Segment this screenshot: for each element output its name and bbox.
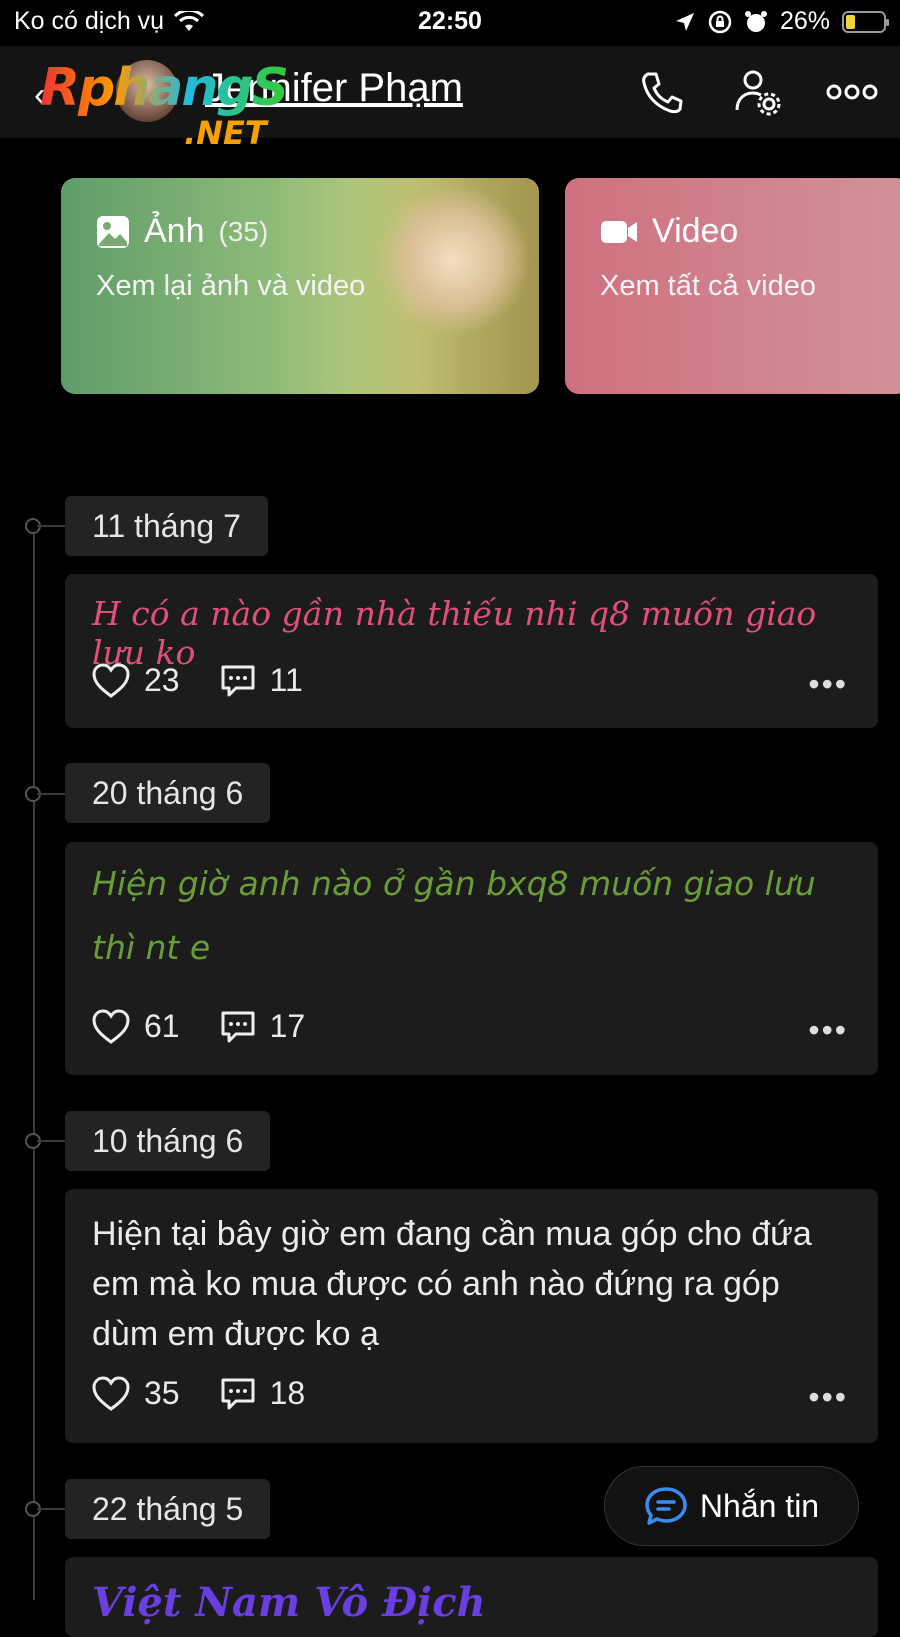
message-button-label: Nhắn tin [699,1487,820,1524]
post-actions: 35 18 [92,1375,345,1412]
date-pill: 10 tháng 6 [65,1111,271,1171]
battery-icon [842,10,889,33]
photos-count: (35) [218,215,269,247]
comment-button[interactable]: 18 [220,1375,306,1412]
comment-count: 18 [269,1375,306,1411]
like-count: 23 [144,662,180,698]
post-more-icon[interactable]: ••• [808,666,848,703]
watermark-s: S [251,58,288,118]
like-count: 35 [144,1375,180,1411]
photos-label: Ảnh [144,212,205,250]
timeline-connector [37,525,65,527]
battery-level [846,14,855,29]
post-more-icon[interactable]: ••• [808,1379,848,1416]
watermark-net: .NET [184,114,267,152]
comment-count: 11 [269,662,303,698]
watermark-logo: RphangS [40,58,287,118]
date-pill: 11 tháng 7 [65,496,268,556]
location-arrow-icon [675,12,694,31]
battery-percent: 26% [779,7,830,35]
user-settings-icon[interactable] [733,68,781,116]
comment-count: 17 [269,1008,306,1044]
timeline-connector [37,1140,65,1142]
post-card[interactable]: H có a nào gần nhà thiếu nhi q8 muốn gia… [65,574,878,728]
comment-button[interactable]: 17 [220,1008,306,1045]
videos-label: Video [652,212,739,250]
video-camera-icon [601,220,637,243]
heart-icon [92,1375,130,1411]
chat-bubble-icon [645,1487,687,1525]
videos-card-title: Video [600,212,738,251]
more-options-icon[interactable] [826,68,878,116]
like-button[interactable]: 35 [92,1375,180,1412]
post-text: Việt Nam Vô Địch [92,1579,486,1626]
post-actions: 61 17 [92,1008,345,1045]
comment-icon [221,1011,255,1042]
phone-call-icon[interactable] [638,68,686,116]
post-card[interactable]: Việt Nam Vô Địch [65,1557,878,1637]
post-text: Hiện tại bây giờ em đang cần mua góp cho… [92,1215,812,1353]
photos-card-title: Ảnh (35) [96,212,268,251]
post-card[interactable]: Hiện giờ anh nào ở gần bxq8 muốn giao lư… [65,842,878,1075]
photo-thumbnail [349,178,539,394]
comment-icon [221,665,255,696]
profile-header: ‹ Jennifer Phạm RphangS .NET [0,46,900,152]
post-actions: 23 11 [92,662,343,699]
like-button[interactable]: 23 [92,662,180,699]
timeline-connector [37,793,65,795]
post-text: Hiện giờ anh nào ở gần bxq8 muốn giao lư… [92,864,816,967]
like-count: 61 [144,1008,180,1044]
photos-card-subtitle: Xem lại ảnh và video [96,270,366,302]
alarm-icon [744,10,767,32]
videos-card-subtitle: Xem tất cả video [600,270,816,302]
watermark-main: Rphang [40,58,252,118]
timeline-connector [37,1508,65,1510]
rotation-lock-icon [708,10,732,33]
comment-button[interactable]: 11 [220,662,303,699]
like-button[interactable]: 61 [92,1008,180,1045]
heart-icon [92,662,130,698]
status-right: 26% [674,7,889,36]
post-card[interactable]: Hiện tại bây giờ em đang cần mua góp cho… [65,1189,878,1443]
status-bar: Ko có dịch vụ 22:50 26% [0,0,900,46]
timeline-line [33,525,35,1600]
date-pill: 22 tháng 5 [65,1479,271,1539]
videos-card[interactable]: Video Xem tất cả video [565,178,900,394]
heart-icon [92,1008,130,1044]
photos-card[interactable]: Ảnh (35) Xem lại ảnh và video [61,178,539,394]
message-button[interactable]: Nhắn tin [604,1466,859,1546]
post-text: H có a nào gần nhà thiếu nhi q8 muốn gia… [92,594,817,672]
date-pill: 20 tháng 6 [65,763,271,823]
post-more-icon[interactable]: ••• [808,1012,848,1049]
image-icon [97,215,129,248]
comment-icon [221,1378,255,1409]
